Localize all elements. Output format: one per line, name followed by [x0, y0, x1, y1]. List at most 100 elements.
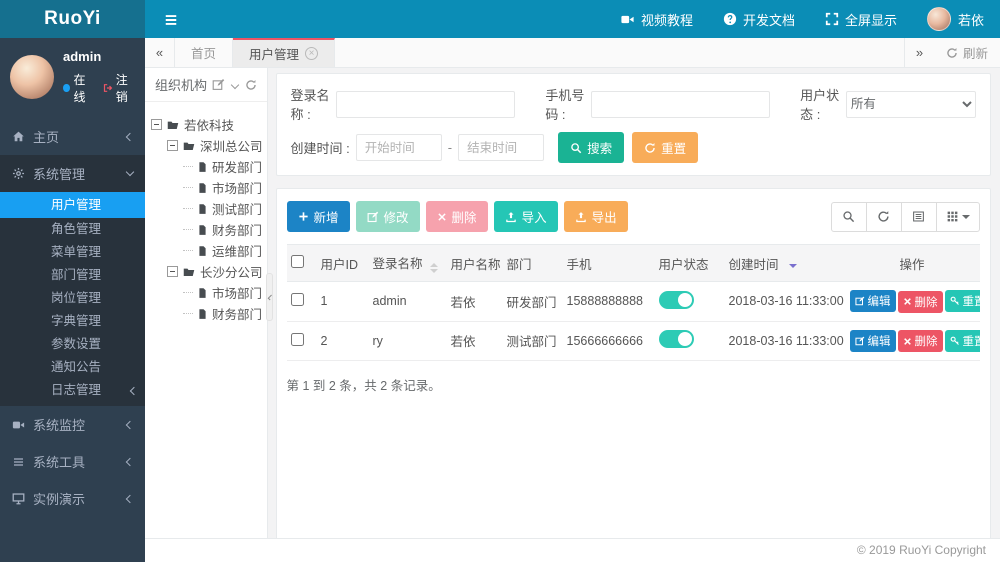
- user-menu[interactable]: 若依: [926, 7, 984, 31]
- tabs-scroll-left-button[interactable]: [145, 38, 175, 67]
- row-edit-button[interactable]: 编辑: [849, 329, 896, 352]
- collapse-icon[interactable]: [167, 140, 178, 151]
- tree-node[interactable]: 运维部门: [151, 240, 263, 261]
- sidebar-item-post-mgmt[interactable]: 岗位管理: [0, 287, 145, 310]
- col-status: 用户状态: [654, 244, 725, 282]
- refresh-icon[interactable]: [245, 79, 257, 91]
- gear-icon: [12, 167, 25, 180]
- chevron-down-icon: [125, 167, 135, 177]
- refresh-table-button[interactable]: [865, 201, 902, 232]
- logout-button[interactable]: 注销: [103, 71, 135, 105]
- tree-node[interactable]: 市场部门: [151, 177, 263, 198]
- tab-home[interactable]: 首页: [175, 38, 234, 67]
- tree-node-root[interactable]: 若依科技: [151, 114, 263, 135]
- x-icon: [437, 212, 446, 221]
- tree-node[interactable]: 研发部门: [151, 156, 263, 177]
- row-delete-button[interactable]: 删除: [897, 330, 943, 352]
- user-status-select[interactable]: 所有: [845, 90, 976, 118]
- sidebar-item-monitor[interactable]: 系统监控: [0, 406, 145, 443]
- import-button[interactable]: 导入: [493, 201, 558, 232]
- edit-button[interactable]: 修改: [355, 201, 420, 232]
- end-time-input[interactable]: [458, 134, 545, 161]
- phone-input[interactable]: [591, 90, 771, 118]
- org-tree: 若依科技 深圳总公司 研发部门 市场部门 测试部门 财务部门 运维部门 长沙分公…: [145, 102, 267, 324]
- online-dot-icon: [63, 84, 70, 92]
- col-phone: 手机: [562, 244, 655, 282]
- tree-node[interactable]: 财务部门: [151, 219, 263, 240]
- sidebar-toggle-button[interactable]: [145, 0, 197, 38]
- sidebar-item-menu-mgmt[interactable]: 菜单管理: [0, 241, 145, 264]
- toggle-search-button[interactable]: [830, 201, 867, 232]
- tab-user-mgmt[interactable]: 用户管理: [233, 38, 336, 67]
- tree-connector: [183, 250, 193, 251]
- tree-node[interactable]: 财务部门: [151, 303, 263, 324]
- avatar[interactable]: [10, 55, 54, 99]
- collapse-icon[interactable]: [151, 119, 162, 130]
- status-toggle[interactable]: [658, 290, 694, 309]
- video-tutorial-link[interactable]: 视频教程: [620, 10, 693, 29]
- sort-icon: [429, 263, 438, 273]
- sidebar-item-user-mgmt[interactable]: 用户管理: [0, 192, 145, 218]
- export-button[interactable]: 导出: [563, 201, 628, 232]
- edit-icon: [854, 296, 864, 306]
- plus-icon: [298, 212, 308, 221]
- sidebar-item-home[interactable]: 主页: [0, 118, 145, 155]
- start-time-input[interactable]: [355, 134, 442, 161]
- x-icon: [903, 337, 911, 345]
- row-edit-button[interactable]: 编辑: [849, 290, 896, 312]
- sidebar-item-system[interactable]: 系统管理: [0, 155, 145, 192]
- row-delete-button[interactable]: 删除: [897, 290, 943, 313]
- delete-button[interactable]: 删除: [425, 201, 488, 232]
- dev-docs-link[interactable]: 开发文档: [723, 10, 795, 29]
- sidebar-item-log-mgmt[interactable]: 日志管理: [0, 379, 145, 402]
- upload-icon: [505, 211, 516, 222]
- col-login-name[interactable]: 登录名称: [368, 244, 447, 282]
- tree-node[interactable]: 长沙分公司: [151, 261, 263, 282]
- fullscreen-link[interactable]: 全屏显示: [825, 10, 897, 29]
- sidebar-item-dept-mgmt[interactable]: 部门管理: [0, 264, 145, 287]
- user-avatar: [926, 7, 951, 31]
- edit-icon[interactable]: [212, 78, 225, 91]
- chevron-left-icon: [125, 420, 135, 429]
- chevron-down-icon[interactable]: [230, 80, 239, 89]
- tree-node[interactable]: 深圳总公司: [151, 135, 263, 156]
- row-reset-pwd-button[interactable]: 重置: [944, 290, 980, 312]
- sidebar-group-system: 系统管理 用户管理 角色管理 菜单管理 部门管理 岗位管理 字典管理 参数设置 …: [0, 155, 145, 406]
- row-reset-pwd-button[interactable]: 重置: [944, 329, 980, 352]
- table-row[interactable]: 2 ry 若依 测试部门 15666666666 2018-03-16 11:3…: [286, 321, 980, 361]
- sidebar-item-param-settings[interactable]: 参数设置: [0, 333, 145, 356]
- tabs-scroll-right-button[interactable]: [903, 38, 934, 67]
- login-name-input[interactable]: [336, 90, 516, 118]
- file-icon: [199, 161, 206, 172]
- footer: © 2019 RuoYi Copyright: [145, 538, 1000, 562]
- tree-node[interactable]: 市场部门: [151, 282, 263, 303]
- sidebar-item-tools[interactable]: 系统工具: [0, 443, 145, 480]
- tree-node[interactable]: 测试部门: [151, 198, 263, 219]
- collapse-icon[interactable]: [167, 266, 178, 277]
- columns-dropdown-button[interactable]: [935, 201, 980, 232]
- status-toggle[interactable]: [658, 330, 694, 349]
- edit-icon: [854, 336, 864, 345]
- sidebar-item-role-mgmt[interactable]: 角色管理: [0, 218, 145, 241]
- select-all-checkbox[interactable]: [290, 255, 304, 268]
- panel-collapse-handle[interactable]: [265, 273, 273, 321]
- add-button[interactable]: 新增: [286, 201, 350, 232]
- detail-view-button[interactable]: [900, 201, 937, 232]
- sidebar-item-dict-mgmt[interactable]: 字典管理: [0, 310, 145, 333]
- close-icon[interactable]: [305, 47, 319, 60]
- search-button[interactable]: 搜索: [558, 132, 625, 163]
- pagination-info: 第 1 到 2 条，共 2 条记录。: [286, 379, 441, 393]
- refresh-tab-button[interactable]: 刷新: [934, 38, 1000, 67]
- col-user-name: 用户名称: [446, 244, 503, 282]
- row-checkbox[interactable]: [290, 293, 304, 307]
- reset-button[interactable]: 重置: [632, 132, 699, 163]
- col-create-time[interactable]: 创建时间: [724, 244, 845, 282]
- table-toolbar: 新增 修改 删除 导入 导出: [286, 201, 980, 232]
- file-icon: [199, 203, 206, 214]
- sidebar-item-demo[interactable]: 实例演示: [0, 480, 145, 517]
- chevron-left-icon: [129, 386, 139, 395]
- sidebar-item-notice[interactable]: 通知公告: [0, 356, 145, 379]
- table-row[interactable]: 1 admin 若依 研发部门 15888888888 2018-03-16 1…: [286, 282, 980, 321]
- chevron-down-icon: [961, 214, 970, 219]
- row-checkbox[interactable]: [290, 332, 304, 346]
